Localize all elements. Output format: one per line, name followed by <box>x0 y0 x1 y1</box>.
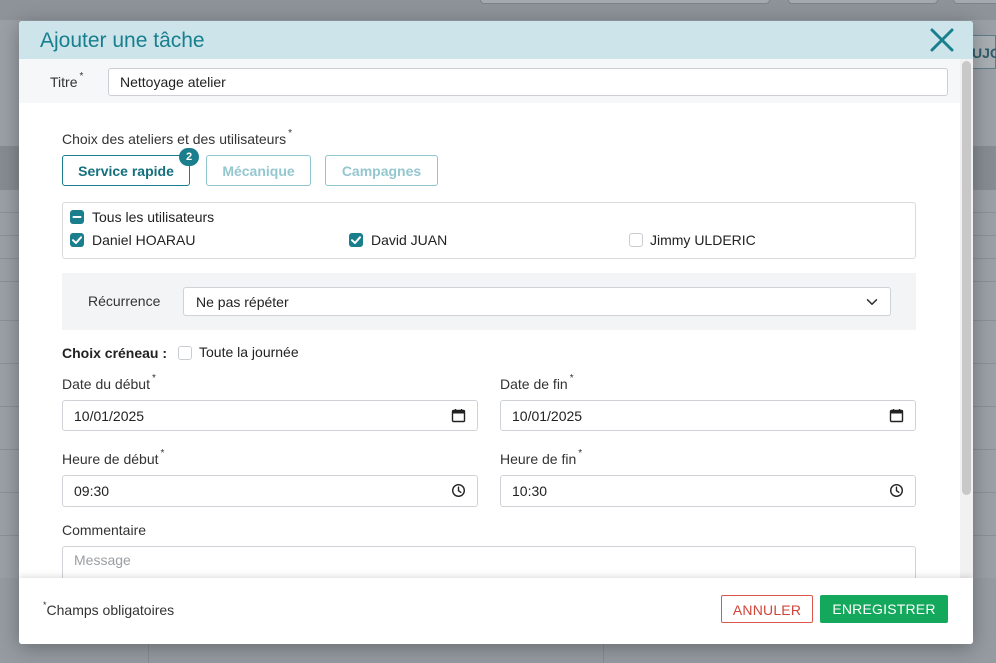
cancel-button[interactable]: ANNULER <box>721 595 813 623</box>
clock-icon[interactable] <box>889 483 904 498</box>
minus-icon <box>72 216 82 218</box>
workshop-button-mecanique[interactable]: Mécanique <box>206 155 311 186</box>
user-checkbox-jimmy-ulderic[interactable] <box>629 233 643 247</box>
recurrence-selected-value: Ne pas répéter <box>196 294 289 310</box>
all-users-checkbox[interactable] <box>70 210 84 224</box>
background-pill <box>480 0 770 4</box>
workshop-button-campagnes[interactable]: Campagnes <box>325 155 438 186</box>
start-time-value: 09:30 <box>74 483 110 499</box>
check-icon <box>72 236 82 244</box>
title-row: Titre * Nettoyage atelier <box>19 59 960 103</box>
modal-footer: *Champs obligatoires ANNULER ENREGISTRER <box>19 578 973 644</box>
start-time-label: Heure de début * <box>62 448 165 467</box>
user-label: Daniel HOARAU <box>92 232 196 248</box>
start-date-input[interactable]: 10/01/2025 <box>62 400 478 431</box>
end-date-label: Date de fin * <box>500 373 574 392</box>
recurrence-label: Récurrence <box>88 293 161 309</box>
clock-icon[interactable] <box>451 483 466 498</box>
start-date-label: Date du début * <box>62 373 156 392</box>
title-label: Titre * <box>50 71 84 90</box>
modal-body: Choix des ateliers et des utilisateurs * … <box>19 103 960 578</box>
modal-header: Ajouter une tâche <box>19 21 973 59</box>
end-date-value: 10/01/2025 <box>512 408 583 424</box>
chevron-down-icon <box>866 299 878 305</box>
start-time-input[interactable]: 09:30 <box>62 475 478 507</box>
comment-textarea[interactable]: Message <box>62 546 916 578</box>
user-label: David JUAN <box>371 232 448 248</box>
end-date-input[interactable]: 10/01/2025 <box>500 400 916 431</box>
all-day-checkbox[interactable] <box>178 346 192 360</box>
recurrence-select[interactable]: Ne pas répéter <box>183 287 891 316</box>
modal-title: Ajouter une tâche <box>40 29 205 52</box>
required-fields-note: *Champs obligatoires <box>43 600 175 618</box>
background-pill <box>788 0 938 4</box>
end-time-label: Heure de fin * <box>500 448 583 467</box>
workshops-label: Choix des ateliers et des utilisateurs * <box>62 128 293 147</box>
slot-label: Choix créneau : <box>62 345 168 361</box>
start-date-value: 10/01/2025 <box>74 408 145 424</box>
all-day-label: Toute la journée <box>199 344 299 360</box>
user-label: Jimmy ULDERIC <box>650 232 756 248</box>
user-checkbox-daniel-hoarau[interactable] <box>70 233 84 247</box>
comment-label: Commentaire <box>62 522 147 538</box>
title-input[interactable]: Nettoyage atelier <box>108 68 948 96</box>
all-users-label: Tous les utilisateurs <box>92 209 215 225</box>
scrollbar-thumb[interactable] <box>962 61 971 495</box>
background-pill <box>953 0 996 4</box>
users-box: Tous les utilisateurs Daniel HOARAU Davi… <box>62 202 916 259</box>
end-time-input[interactable]: 10:30 <box>500 475 916 507</box>
workshop-button-service-rapide[interactable]: Service rapide 2 <box>62 148 199 186</box>
add-task-modal: Ajouter une tâche Titre * Nettoyage ateli… <box>19 21 973 644</box>
save-button[interactable]: ENREGISTRER <box>820 595 948 623</box>
calendar-icon[interactable] <box>889 408 904 423</box>
close-button[interactable] <box>929 27 955 53</box>
selected-count-badge: 2 <box>179 148 199 166</box>
close-icon <box>930 28 954 52</box>
user-checkbox-david-juan[interactable] <box>349 233 363 247</box>
end-time-value: 10:30 <box>512 483 548 499</box>
check-icon <box>351 236 361 244</box>
calendar-icon[interactable] <box>451 408 466 423</box>
